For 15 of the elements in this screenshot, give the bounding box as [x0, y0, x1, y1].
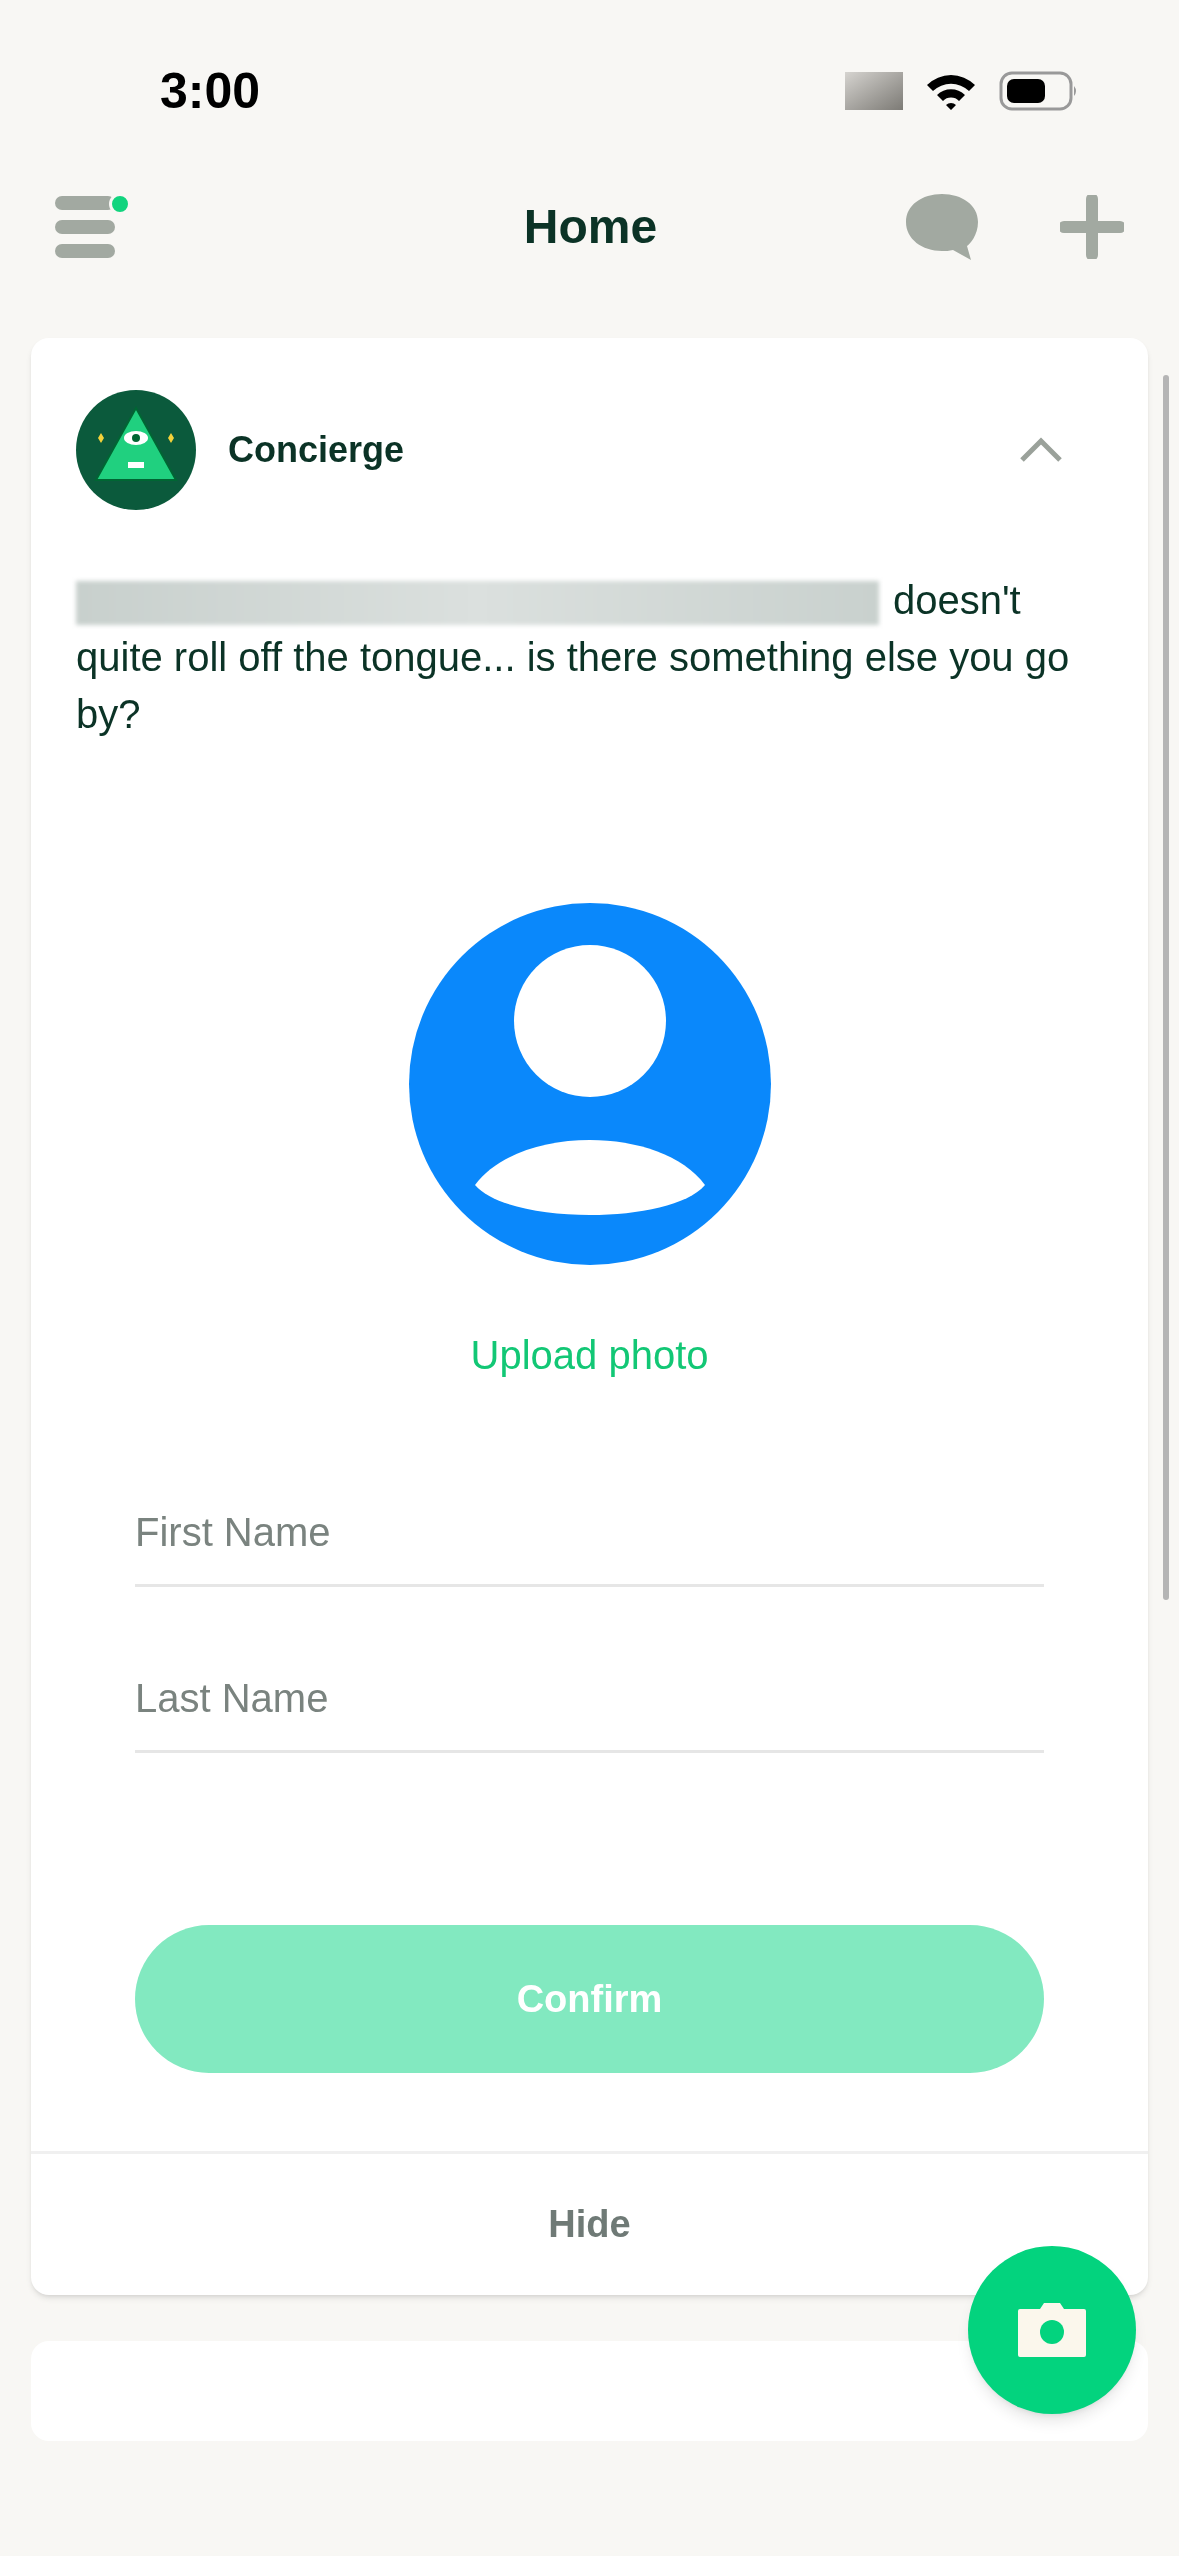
camera-icon — [1016, 2301, 1088, 2359]
profile-placeholder-icon[interactable] — [408, 903, 771, 1265]
upload-photo-link[interactable]: Upload photo — [470, 1325, 709, 1385]
signal-icon — [845, 72, 903, 110]
chat-bubble-icon[interactable] — [904, 192, 980, 262]
hide-button[interactable]: Hide — [548, 2196, 631, 2253]
add-icon[interactable] — [1060, 195, 1124, 259]
sender-name: Concierge — [228, 428, 405, 472]
message-text: doesn't quite roll off the tongue... is there something else you go by? — [76, 577, 1071, 738]
name-field[interactable]: First Name — [135, 1481, 1044, 1587]
collapse-chevron-icon[interactable] — [1019, 437, 1063, 463]
battery-icon — [999, 71, 1079, 111]
status-time: 3:00 — [160, 61, 261, 121]
name-field[interactable]: Last Name — [135, 1647, 1044, 1753]
page-title: Home — [523, 199, 658, 255]
